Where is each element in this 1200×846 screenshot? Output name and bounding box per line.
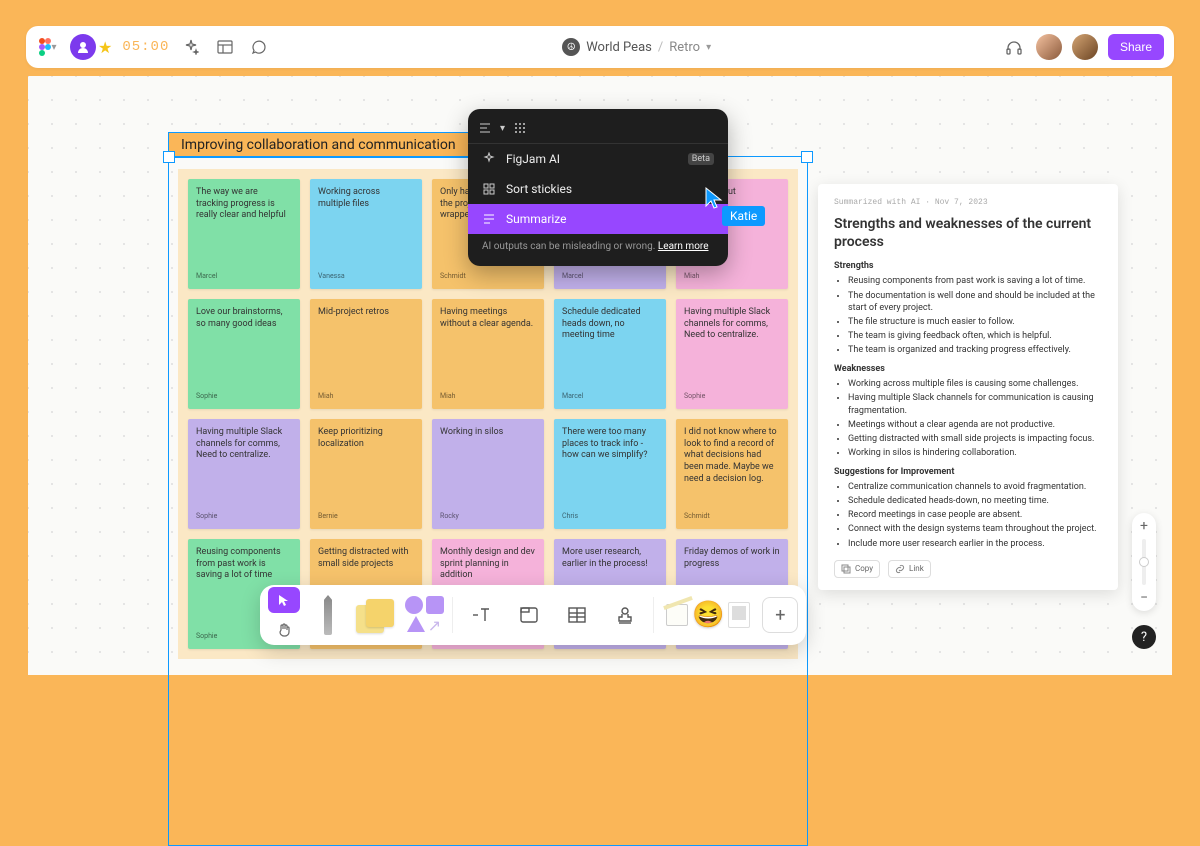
strengths-heading: Strengths (834, 261, 1102, 271)
grid-icon (482, 182, 496, 196)
shape-tool[interactable]: ↗ (404, 593, 444, 637)
timer-display[interactable]: 05:00 (122, 39, 169, 55)
chevron-down-icon: ▾ (706, 42, 711, 53)
presenter-avatar[interactable] (70, 34, 96, 60)
project-name: World Peas (586, 40, 652, 55)
sticky-note[interactable]: Love our brainstorms, so many good ideas… (188, 299, 300, 409)
help-button[interactable]: ? (1132, 625, 1156, 649)
summarize-icon (482, 212, 496, 226)
strengths-list: Reusing components from past work is sav… (834, 275, 1102, 356)
list-item: Record meetings in case people are absen… (848, 509, 1102, 521)
remote-cursor-label: Katie (722, 206, 765, 226)
menu-summarize[interactable]: Summarize (468, 204, 728, 234)
list-item: Getting distracted with small side proje… (848, 433, 1102, 445)
context-menu: ▾ FigJam AI Beta Sort stickies Summarize… (468, 109, 728, 266)
section-tool[interactable] (509, 595, 549, 635)
sticky-note[interactable]: Working in silosRocky (432, 419, 544, 529)
menu-figjam-ai[interactable]: FigJam AI Beta (468, 144, 728, 174)
list-item: The team is giving feedback often, which… (848, 330, 1102, 342)
stamp-tool[interactable] (605, 595, 645, 635)
list-item: Working across multiple files is causing… (848, 378, 1102, 390)
sticky-note[interactable]: I did not know where to look to find a r… (676, 419, 788, 529)
list-item: Schedule dedicated heads-down, no meetin… (848, 495, 1102, 507)
text-tool[interactable] (461, 595, 501, 635)
zoom-control[interactable]: + − (1132, 513, 1156, 611)
chevron-down-icon[interactable]: ▾ (500, 123, 505, 134)
list-item: The team is organized and tracking progr… (848, 344, 1102, 356)
file-name: Retro (669, 40, 700, 55)
list-item: Meetings without a clear agenda are not … (848, 419, 1102, 431)
list-item: Centralize communication channels to avo… (848, 481, 1102, 493)
list-item: Having multiple Slack channels for commu… (848, 392, 1102, 416)
sticky-note[interactable]: Having meetings without a clear agenda.M… (432, 299, 544, 409)
widgets-group[interactable]: 😆 (662, 600, 754, 630)
breadcrumb[interactable]: ☮ World Peas / Retro ▾ (271, 38, 1002, 56)
hand-tool[interactable] (268, 617, 300, 643)
sticky-note[interactable]: The way we are tracking progress is real… (188, 179, 300, 289)
grid-drag-icon[interactable] (513, 121, 527, 135)
weaknesses-heading: Weaknesses (834, 364, 1102, 374)
headphones-icon[interactable] (1002, 35, 1026, 59)
sticky-note[interactable]: There were too many places to track info… (554, 419, 666, 529)
sticky-note[interactable]: Having multiple Slack channels for comms… (188, 419, 300, 529)
sparkle-icon[interactable] (179, 35, 203, 59)
collaborator-avatar-2[interactable] (1072, 34, 1098, 60)
align-icon[interactable] (478, 121, 492, 135)
comment-icon[interactable] (247, 35, 271, 59)
beta-badge: Beta (688, 153, 714, 165)
list-item: Include more user research earlier in th… (848, 538, 1102, 550)
emoji-widget-icon: 😆 (692, 600, 724, 630)
list-item: Reusing components from past work is sav… (848, 275, 1102, 287)
sticky-note[interactable]: Keep prioritizing localizationBernie (310, 419, 422, 529)
learn-more-link[interactable]: Learn more (658, 241, 709, 252)
sticky-note[interactable]: Working across multiple filesVanessa (310, 179, 422, 289)
top-bar: ▾ ★ 05:00 ☮ World Peas / Retro ▾ Share (26, 26, 1174, 68)
sticky-note[interactable]: Mid-project retrosMiah (310, 299, 422, 409)
table-tool[interactable] (557, 595, 597, 635)
list-item: The file structure is much easier to fol… (848, 316, 1102, 328)
collaborator-avatar-1[interactable] (1036, 34, 1062, 60)
list-item: Working in silos is hindering collaborat… (848, 447, 1102, 459)
copy-button[interactable]: Copy (834, 560, 880, 578)
polaroid-widget-icon (728, 602, 750, 628)
section-label[interactable]: Improving collaboration and communicatio… (168, 132, 469, 158)
team-icon: ☮ (562, 38, 580, 56)
sticky-tool[interactable] (356, 593, 396, 637)
sticky-note[interactable]: Schedule dedicated heads down, no meetin… (554, 299, 666, 409)
suggestions-list: Centralize communication channels to avo… (834, 481, 1102, 550)
suggestions-heading: Suggestions for Improvement (834, 467, 1102, 477)
select-tool[interactable] (268, 587, 300, 613)
share-button[interactable]: Share (1108, 34, 1164, 60)
layout-icon[interactable] (213, 35, 237, 59)
weaknesses-list: Working across multiple files is causing… (834, 378, 1102, 459)
link-button[interactable]: Link (888, 560, 931, 578)
figma-menu[interactable]: ▾ (36, 35, 60, 59)
zoom-slider[interactable] (1142, 539, 1146, 585)
ai-summary-card: Summarized with AI · Nov 7, 2023 Strengt… (818, 184, 1118, 590)
sparkle-icon (482, 152, 496, 166)
list-item: Connect with the design systems team thr… (848, 523, 1102, 535)
tape-widget-icon (666, 604, 688, 626)
menu-sort-stickies[interactable]: Sort stickies (468, 174, 728, 204)
summary-title: Strengths and weaknesses of the current … (834, 215, 1102, 251)
summary-meta: Summarized with AI · Nov 7, 2023 (834, 198, 1102, 207)
zoom-out-button[interactable]: − (1140, 591, 1148, 605)
star-icon: ★ (98, 38, 112, 57)
bottom-toolbar: ↗ 😆 + (260, 585, 806, 645)
pencil-tool[interactable] (308, 593, 348, 637)
list-item: The documentation is well done and shoul… (848, 290, 1102, 314)
ai-disclaimer: AI outputs can be misleading or wrong. L… (468, 234, 728, 256)
remote-cursor-icon (704, 186, 724, 210)
sticky-note[interactable]: Having multiple Slack channels for comms… (676, 299, 788, 409)
more-tools-button[interactable]: + (762, 597, 798, 633)
zoom-in-button[interactable]: + (1140, 519, 1148, 533)
